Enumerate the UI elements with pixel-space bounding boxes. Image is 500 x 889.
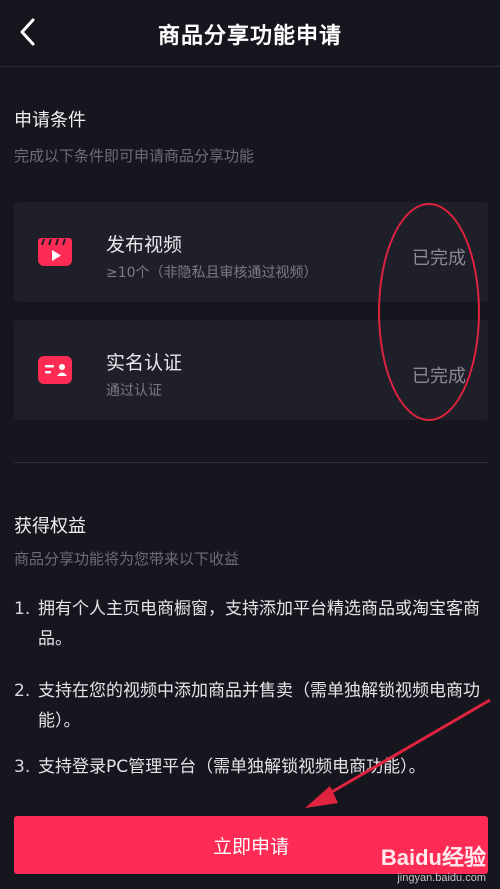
benefit-item: 1. 拥有个人主页电商橱窗，支持添加平台精选商品或淘宝客商品。: [14, 594, 490, 654]
condition-title: 实名认证: [106, 352, 183, 374]
watermark-url: jingyan.baidu.com: [397, 872, 486, 884]
header-bar: 商品分享功能申请: [0, 0, 500, 67]
conditions-title: 申请条件: [14, 110, 86, 131]
benefit-number: 3.: [14, 757, 31, 777]
baidu-watermark: Baidu经验 jingyan.baidu.com: [381, 840, 486, 884]
benefits-title: 获得权益: [14, 516, 86, 537]
conditions-subtitle: 完成以下条件即可申请商品分享功能: [14, 147, 255, 165]
benefit-number: 2.: [14, 681, 31, 701]
benefit-text: 拥有个人主页电商橱窗，支持添加平台精选商品或淘宝客商品。: [38, 599, 480, 649]
page-title: 商品分享功能申请: [157, 24, 342, 49]
watermark-logo: Baidu经验: [380, 845, 486, 870]
benefit-item: 2. 支持在您的视频中添加商品并售卖（需单独解锁视频电商功能）。: [14, 676, 490, 736]
video-clapper-icon: [38, 238, 72, 266]
benefit-text: 支持登录PC管理平台（需单独解锁视频电商功能）。: [38, 757, 426, 777]
section-divider: [14, 462, 488, 463]
benefit-text: 支持在您的视频中添加商品并售卖（需单独解锁视频电商功能）。: [38, 681, 480, 731]
condition-desc: 通过认证: [106, 383, 162, 399]
condition-desc: ≥10个（非隐私且审核通过视频）: [106, 265, 318, 281]
annotation-ellipse: [378, 203, 480, 421]
condition-title: 发布视频: [106, 234, 183, 256]
benefits-subtitle: 商品分享功能将为您带来以下收益: [14, 550, 240, 568]
id-card-icon: [38, 356, 72, 384]
benefit-item: 3. 支持登录PC管理平台（需单独解锁视频电商功能）。: [14, 752, 490, 798]
benefit-number: 1.: [14, 599, 31, 619]
